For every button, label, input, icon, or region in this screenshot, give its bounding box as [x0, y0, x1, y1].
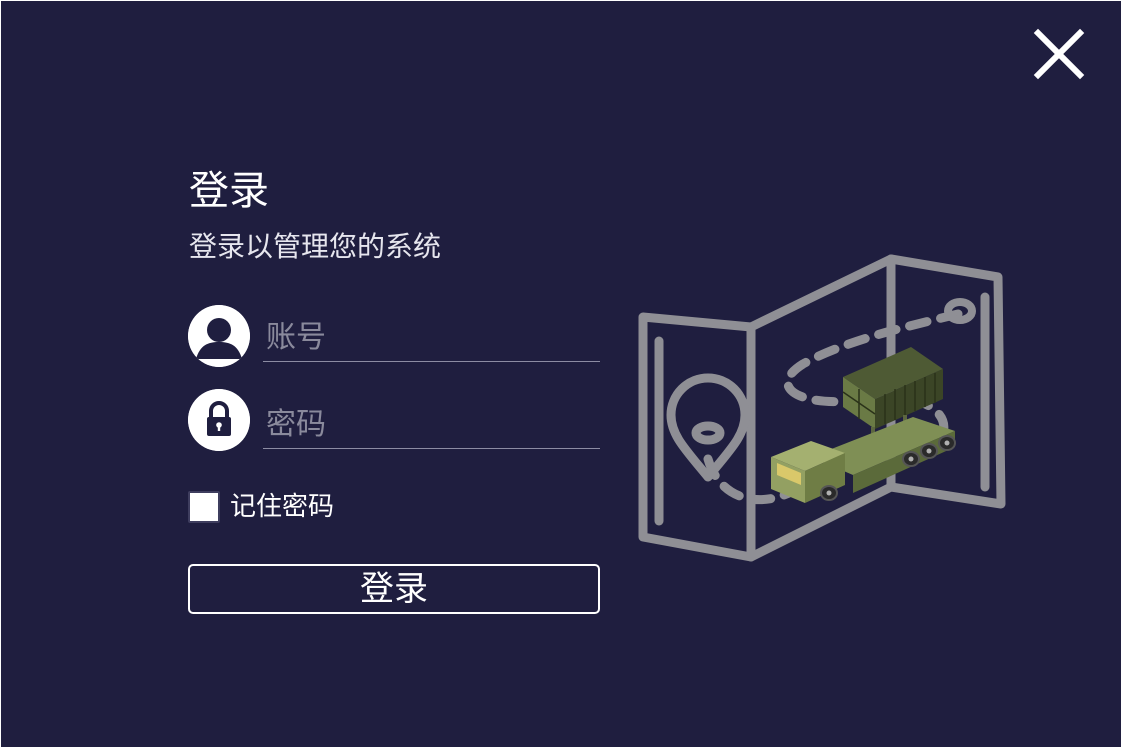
close-button[interactable]: [1031, 26, 1087, 82]
remember-password-checkbox[interactable]: [188, 491, 220, 523]
close-icon: [1033, 28, 1085, 80]
remember-password-label[interactable]: 记住密码: [230, 489, 334, 525]
map-route-missile-launcher-illustration: [633, 249, 1015, 567]
password-input[interactable]: [263, 401, 600, 449]
page-title: 登录: [189, 168, 269, 214]
login-button[interactable]: 登录: [188, 564, 600, 614]
remember-password: 记住密码: [188, 489, 334, 525]
user-avatar-icon: [188, 305, 250, 367]
login-window: 登录 登录以管理您的系统 记住密码 登录: [1, 1, 1121, 747]
username-input[interactable]: [263, 314, 600, 362]
page-subtitle: 登录以管理您的系统: [189, 230, 442, 263]
lock-icon: [188, 389, 250, 451]
